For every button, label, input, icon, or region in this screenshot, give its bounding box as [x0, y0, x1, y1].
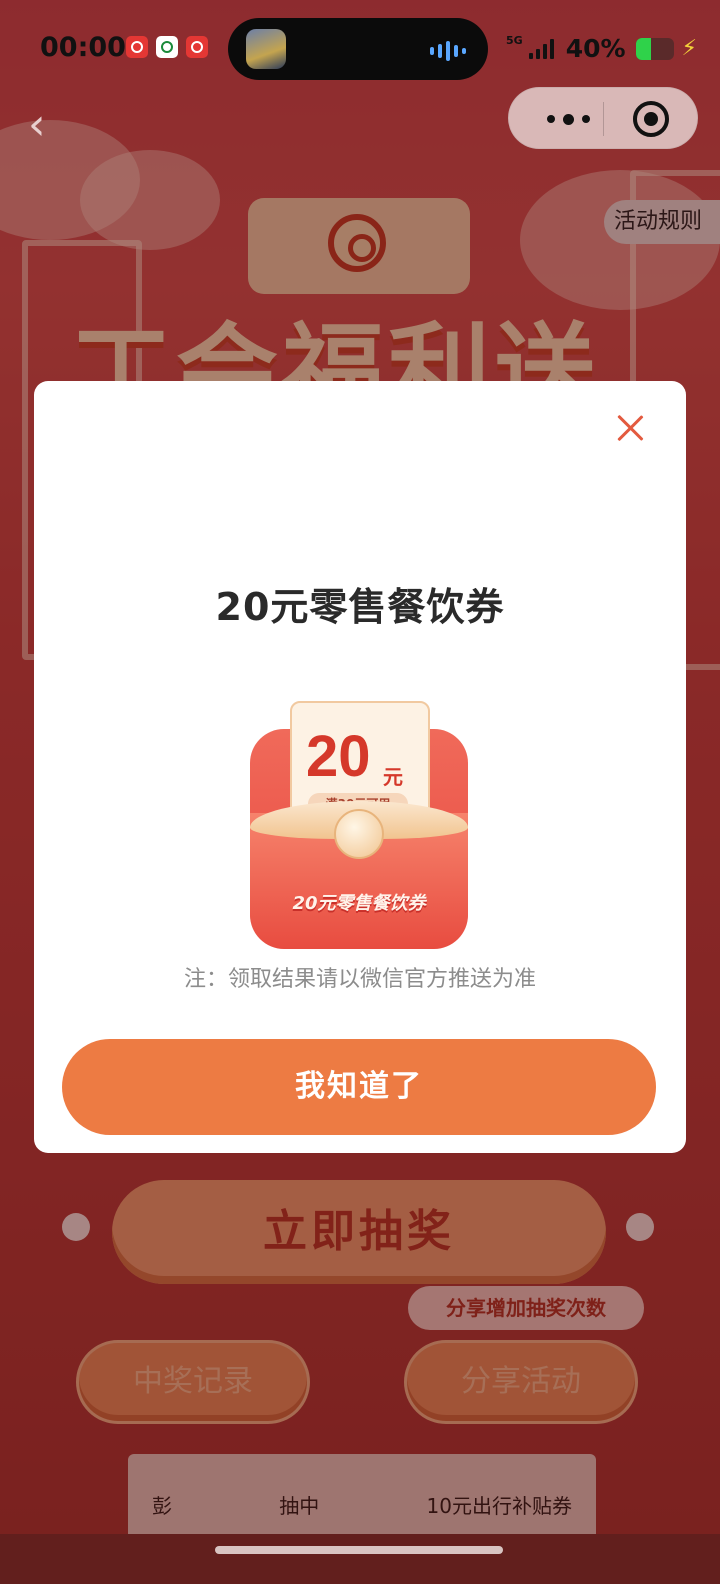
news-app-icon [126, 36, 148, 58]
network-type: 5G [506, 34, 523, 47]
miniprogram-capsule [508, 87, 698, 149]
coupon-unit: 元 [383, 765, 403, 789]
back-chevron-icon[interactable]: ‹ [28, 100, 68, 150]
prize-title: 20元零售餐饮券 [215, 585, 505, 629]
status-time: 00:00 [40, 32, 126, 63]
status-bar: 00:00 5G 40% ⚡ [0, 0, 720, 96]
coupon-envelope-image: 20 元 满30元可用 20元零售餐饮券 [250, 689, 468, 949]
signal-battery: 5G 40% ⚡ [506, 34, 697, 63]
close-miniprogram-icon[interactable] [633, 101, 669, 137]
charging-bolt-icon: ⚡ [681, 36, 697, 61]
envelope-label: 20元零售餐饮券 [292, 893, 426, 914]
prize-dialog: 20元零售餐饮券 20 元 满30元可用 20元零售餐饮券 注：领取结果请以微信… [34, 381, 686, 1153]
coupon-amount: 20 [306, 724, 371, 789]
envelope-seal-icon [334, 809, 384, 859]
audio-wave-icon [430, 41, 466, 61]
signal-bars-icon [528, 38, 554, 59]
close-icon[interactable] [612, 411, 648, 447]
dynamic-island[interactable] [228, 18, 488, 80]
postal-app-icon [156, 36, 178, 58]
result-note: 注：领取结果请以微信官方推送为准 [183, 967, 536, 992]
home-indicator[interactable] [215, 1546, 503, 1554]
battery-icon [635, 37, 674, 60]
media-artwork-icon [246, 29, 286, 69]
more-menu-icon[interactable] [533, 108, 603, 130]
notification-icons [126, 36, 208, 58]
battery-percent: 40% [565, 34, 626, 63]
got-it-button[interactable]: 我知道了 [62, 1039, 656, 1135]
capsule-divider [603, 102, 604, 136]
bank-app-icon [186, 36, 208, 58]
